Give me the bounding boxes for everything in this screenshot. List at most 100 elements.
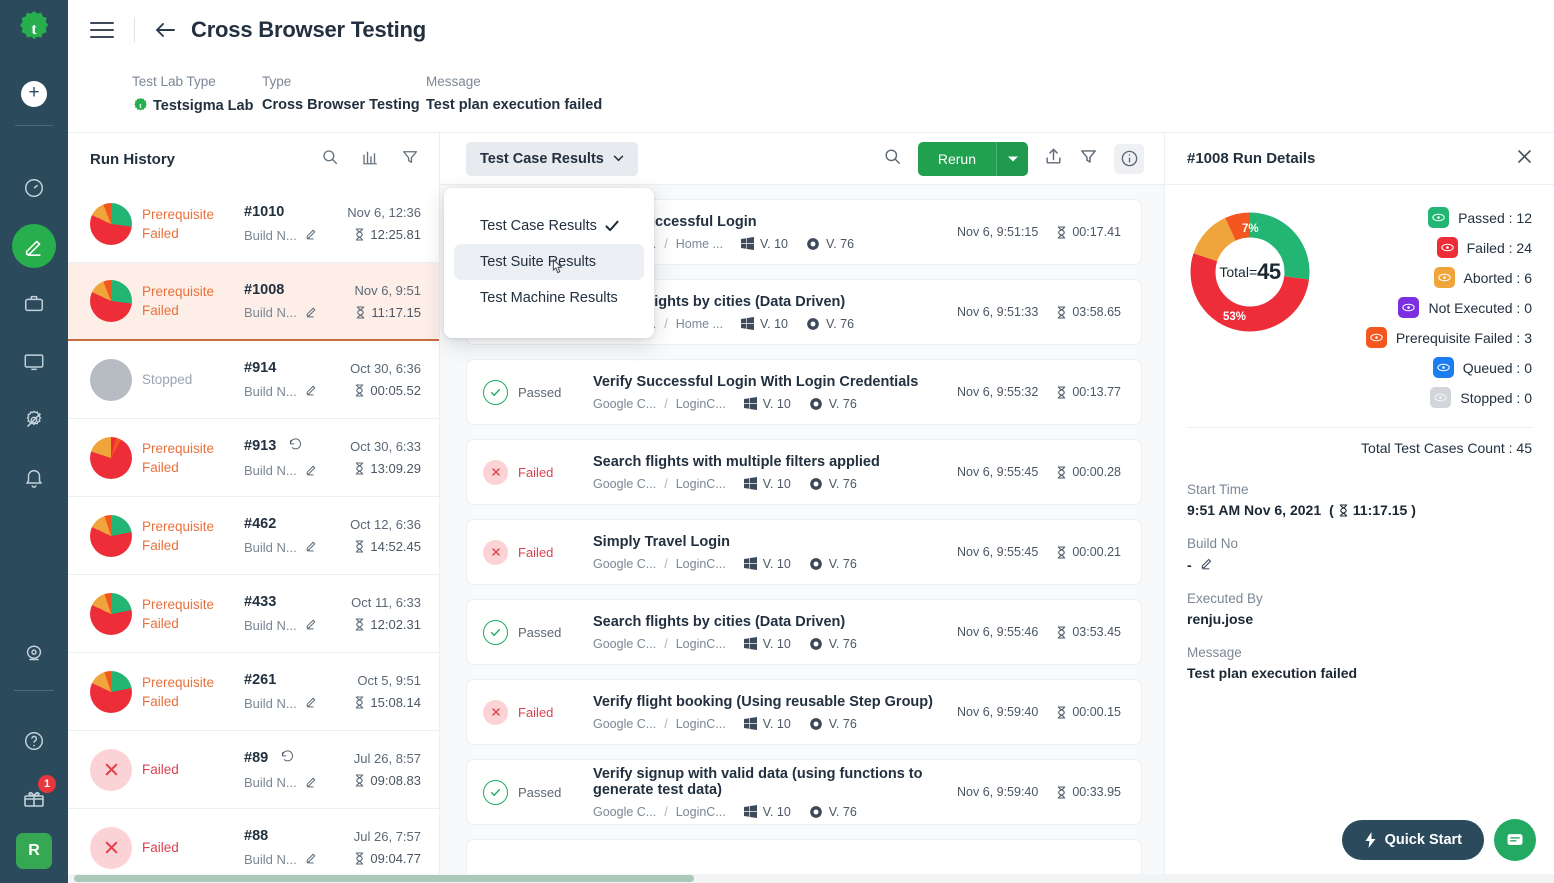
chrome-icon — [809, 397, 822, 410]
test-case-status: Passed — [483, 379, 593, 405]
rerun-button[interactable]: Rerun — [917, 141, 996, 176]
sidebar-item-projects[interactable] — [12, 282, 56, 326]
results-view-dropdown-menu[interactable]: Test Case Results Test Suite Results Tes… — [444, 188, 654, 338]
run-duration: 15:08.14 — [354, 695, 421, 710]
edit-icon[interactable] — [305, 695, 318, 711]
dropdown-item-label: Test Case Results — [480, 218, 597, 234]
test-case-status-label: Failed — [518, 464, 554, 480]
horizontal-scrollbar[interactable] — [68, 874, 1554, 883]
legend-item-not-executed[interactable]: Not Executed : 0 — [1319, 297, 1532, 318]
test-case-meta: Nov 6, 9:55:45 00:00.21 — [957, 545, 1121, 559]
close-icon[interactable] — [1515, 147, 1534, 171]
test-case-row[interactable]: Failed Simply Travel Login Google C... /… — [466, 519, 1142, 585]
avatar[interactable]: R — [16, 833, 52, 869]
test-case-duration: 00:13.77 — [1056, 385, 1121, 399]
quick-start-button[interactable]: Quick Start — [1341, 820, 1484, 860]
bar-chart-icon[interactable] — [361, 148, 379, 171]
chat-button[interactable] — [1494, 819, 1536, 861]
legend-item-prerequisite-failed[interactable]: Prerequisite Failed : 3 — [1319, 327, 1532, 348]
run-duration-text: 15:08.14 — [370, 695, 421, 710]
run-history-row[interactable]: Failed #89 Build N... Jul 26, 8:57 09:08… — [68, 731, 439, 809]
search-icon[interactable] — [883, 147, 902, 171]
test-case-duration: 03:53.45 — [1056, 625, 1121, 639]
run-history-row[interactable]: Stopped #914 Build N... Oct 30, 6:36 00:… — [68, 341, 439, 419]
hamburger-icon[interactable] — [90, 22, 114, 38]
sidebar-item-create-tests[interactable] — [12, 224, 56, 268]
run-history-row[interactable]: Prerequisite Failed #1010 Build N... Nov… — [68, 185, 439, 263]
test-case-name: Search flights by cities (Data Driven) — [593, 613, 846, 630]
legend-item-queued[interactable]: Queued : 0 — [1319, 357, 1532, 378]
edit-icon[interactable] — [1200, 556, 1214, 573]
test-case-duration-text: 00:00.21 — [1072, 545, 1121, 559]
run-duration: 14:52.45 — [350, 539, 421, 554]
sidebar-item-notifications[interactable] — [12, 456, 56, 500]
filter-icon[interactable] — [401, 148, 419, 171]
sidebar-item-settings[interactable] — [12, 398, 56, 442]
run-status-label: Prerequisite Failed — [142, 674, 215, 709]
run-history-row[interactable]: Prerequisite Failed #433 Build N... Oct … — [68, 575, 439, 653]
export-icon[interactable] — [1044, 147, 1063, 171]
filter-icon[interactable] — [1079, 147, 1098, 171]
dropdown-item-test-case-results[interactable]: Test Case Results — [454, 208, 644, 244]
edit-icon[interactable] — [305, 383, 318, 399]
passed-icon — [483, 779, 508, 805]
run-date: Oct 5, 9:51 — [357, 673, 421, 688]
info-icon[interactable] — [1114, 143, 1144, 174]
edit-icon[interactable] — [305, 305, 318, 321]
test-case-module: Home ... — [675, 316, 723, 331]
results-view-selector[interactable]: Test Case Results — [466, 141, 638, 176]
rerun-dropdown-button[interactable] — [996, 141, 1028, 176]
horizontal-scrollbar-thumb[interactable] — [74, 875, 694, 882]
test-case-module: LoginC... — [675, 476, 726, 491]
run-history-row[interactable]: Prerequisite Failed #913 Build N... Oct … — [68, 419, 439, 497]
run-history-row[interactable]: Prerequisite Failed #462 Build N... Oct … — [68, 497, 439, 575]
test-case-duration: 00:33.95 — [1056, 785, 1121, 799]
run-status-label: Prerequisite Failed — [142, 206, 215, 241]
run-history-list[interactable]: Prerequisite Failed #1010 Build N... Nov… — [68, 185, 439, 883]
edit-icon[interactable] — [305, 463, 318, 479]
legend-item-passed[interactable]: Passed : 12 — [1319, 207, 1532, 228]
run-history-row[interactable]: Failed #88 Build N... Jul 26, 7:57 09:04… — [68, 809, 439, 883]
projects-icon — [25, 295, 43, 312]
sidebar-item-test-machines[interactable] — [12, 340, 56, 384]
test-case-row[interactable]: Passed Verify Successful Login With Logi… — [466, 359, 1142, 425]
rerun-split-button[interactable]: Rerun — [917, 141, 1028, 176]
sidebar-item-dashboard[interactable] — [12, 166, 56, 210]
sidebar-item-gift[interactable]: 1 — [12, 775, 56, 821]
run-date: Jul 26, 7:57 — [353, 829, 421, 844]
legend-item-failed[interactable]: Failed : 24 — [1319, 237, 1532, 258]
edit-icon[interactable] — [305, 775, 318, 791]
legend-item-stopped[interactable]: Stopped : 0 — [1319, 387, 1532, 408]
test-case-row[interactable]: Failed Search flights with multiple filt… — [466, 439, 1142, 505]
sidebar-item-help[interactable] — [12, 719, 56, 763]
test-case-row[interactable]: Failed Verify flight booking (Using reus… — [466, 679, 1142, 745]
app-logo[interactable]: t — [14, 8, 54, 48]
legend-item-aborted[interactable]: Aborted : 6 — [1319, 267, 1532, 288]
rerun-history-icon[interactable] — [280, 749, 295, 768]
search-icon[interactable] — [321, 148, 339, 171]
run-pie-chart — [90, 436, 132, 479]
edit-icon[interactable] — [305, 617, 318, 633]
edit-icon[interactable] — [305, 851, 318, 867]
edit-icon[interactable] — [305, 227, 318, 243]
add-button[interactable]: + — [21, 81, 47, 107]
legend-label: Aborted : 6 — [1463, 269, 1533, 286]
svg-text:t: t — [31, 21, 37, 38]
run-history-row[interactable]: Prerequisite Failed #1008 Build N... Nov… — [68, 263, 439, 341]
test-case-suite: Google C... — [593, 636, 657, 651]
browser-version: V. 76 — [828, 556, 857, 571]
edit-icon[interactable] — [305, 539, 318, 555]
test-case-row[interactable]: Passed Verify signup with valid data (us… — [466, 759, 1142, 825]
dropdown-item-test-machine-results[interactable]: Test Machine Results — [454, 280, 644, 316]
run-id-text: #913 — [244, 438, 277, 454]
hourglass-icon — [356, 228, 364, 241]
test-case-row[interactable]: Passed Search flights by cities (Data Dr… — [466, 599, 1142, 665]
run-id-text: #1008 — [244, 281, 285, 298]
dashboard-icon — [25, 179, 43, 197]
rerun-history-icon[interactable] — [288, 437, 303, 456]
back-arrow-icon[interactable] — [153, 20, 177, 40]
os-chip: V. 10 — [740, 317, 788, 331]
run-history-row[interactable]: Prerequisite Failed #261 Build N... Oct … — [68, 653, 439, 731]
sidebar-item-agent[interactable] — [12, 632, 56, 676]
dropdown-item-test-suite-results[interactable]: Test Suite Results — [454, 244, 644, 280]
